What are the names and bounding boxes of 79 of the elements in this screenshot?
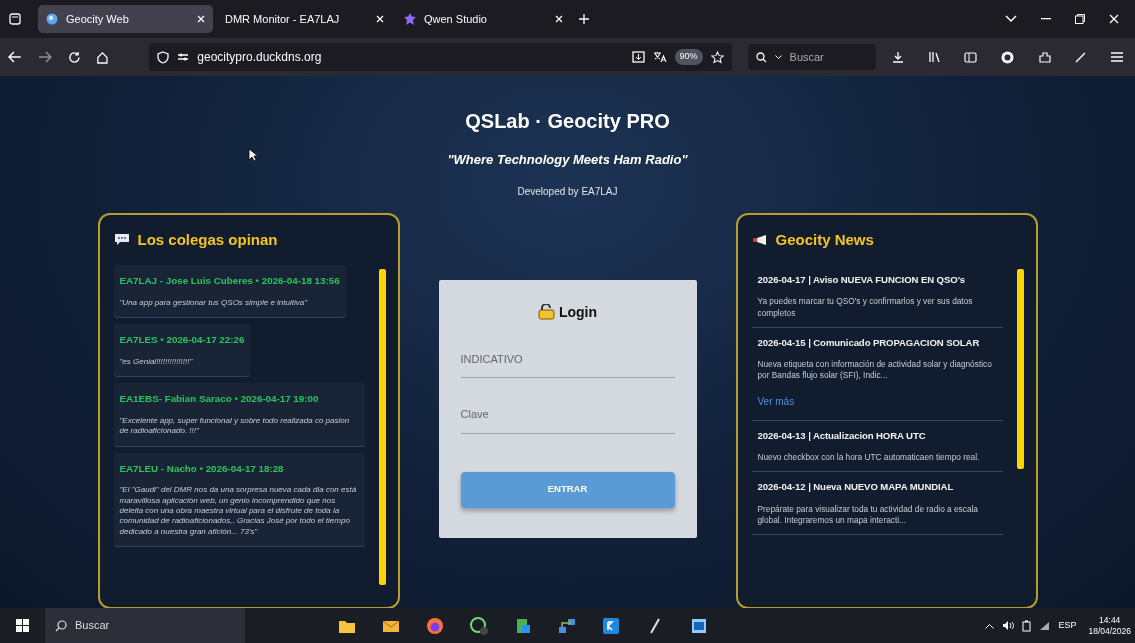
search-placeholder[interactable]: Buscar xyxy=(789,48,824,66)
mouse-pointer-icon xyxy=(248,148,258,162)
forward-icon[interactable] xyxy=(37,51,52,63)
news-title: 2026-04-12 | Nueva NUEVO MAPA MUNDIAL xyxy=(757,480,955,495)
download-icon[interactable] xyxy=(892,51,904,63)
news-text: Prepárate para visualizar toda tu actividad de radio a escala global. Integraremos un mapa interacti... xyxy=(757,503,979,526)
panel-title: Geocity News xyxy=(775,229,874,250)
url-text[interactable]: geocitypro.duckdns.org xyxy=(197,48,322,66)
windows-start-icon[interactable] xyxy=(16,619,29,632)
comment-author: EA7LEU - Nacho • 2026-04-17 18:28 xyxy=(119,461,285,476)
extensions-icon[interactable] xyxy=(1038,50,1051,64)
input-field[interactable]: INDICATIVO xyxy=(460,338,675,378)
app-icon[interactable] xyxy=(601,615,621,636)
reader-view-icon[interactable] xyxy=(631,51,645,63)
star-icon xyxy=(404,13,416,25)
zoom-level-button[interactable]: 90% xyxy=(674,49,703,65)
read-more-link[interactable]: Ver más xyxy=(757,393,795,409)
page-title: QSLab · Geocity PRO xyxy=(465,110,670,132)
lock-icon xyxy=(537,304,555,320)
comment-text: "Excelente app, super funcional y sobre todo realizada co pasion de radioaficionado. !!!" xyxy=(119,415,351,437)
home-icon[interactable] xyxy=(96,50,110,64)
tagline: "Where Technology Meets Ham Radio" xyxy=(447,152,688,167)
translate-icon[interactable] xyxy=(652,51,667,63)
speaker-icon[interactable] xyxy=(1002,620,1015,631)
chevron-up-icon[interactable] xyxy=(985,622,995,629)
comment-author: EA1EBS- Fabian Saraco • 2026-04-17 19:00 xyxy=(119,392,320,407)
close-tab-icon[interactable] xyxy=(376,15,384,23)
news-title: 2026-04-15 | Comunicado PROPAGACION SOLAR xyxy=(757,335,981,350)
browser-search-field[interactable]: Buscar xyxy=(747,44,876,70)
connection-icon[interactable] xyxy=(177,52,190,62)
chevron-down-icon[interactable] xyxy=(1005,15,1017,23)
browser-tab[interactable]: Qwen Studio xyxy=(396,5,571,33)
shield-icon[interactable] xyxy=(157,50,170,64)
menu-icon[interactable] xyxy=(1111,52,1123,62)
taskbar-search-field[interactable]: Buscar xyxy=(45,608,245,643)
news-text: Ya puedes marcar tu QSO's y confirmarlos y ver sus datos completos xyxy=(757,296,974,319)
globe-icon xyxy=(46,13,58,25)
account-icon[interactable] xyxy=(1001,50,1014,64)
tab-list-icon[interactable] xyxy=(8,12,22,26)
news-title: 2026-04-17 | Aviso NUEVA FUNCION EN QSO's xyxy=(757,273,967,287)
browser-tab[interactable]: Geocity Web xyxy=(38,5,213,33)
speech-bubble-icon xyxy=(113,233,130,247)
clock-date[interactable]: 18/04/2026 xyxy=(1088,625,1131,636)
comment-text: "Una app para gestionar tus QSOs simple e intuitiva" xyxy=(119,297,309,309)
search-icon xyxy=(55,619,67,632)
browser-icon[interactable] xyxy=(425,615,445,636)
new-tab-icon[interactable] xyxy=(579,14,589,24)
close-icon[interactable] xyxy=(1109,14,1119,24)
comment-author: EA7LAJ - Jose Luis Cuberes • 2026-04-18 13:56 xyxy=(119,274,340,288)
browser-tab[interactable]: DMR Monitor - EA7LAJ xyxy=(217,5,392,33)
comment-text: "es Genial!!!!!!!!!!!!!!!" xyxy=(119,356,194,368)
battery-icon[interactable] xyxy=(1022,619,1032,632)
reload-icon[interactable] xyxy=(67,50,81,64)
chat-icon[interactable] xyxy=(469,615,489,636)
back-icon[interactable] xyxy=(8,51,22,63)
bookmark-star-icon[interactable] xyxy=(710,50,724,64)
search-placeholder[interactable]: Buscar xyxy=(75,617,110,634)
sidebar-icon[interactable] xyxy=(964,51,977,63)
news-title: 2026-04-13 | Actualizacion HORA UTC xyxy=(757,428,927,443)
input-field[interactable]: Clave xyxy=(460,394,675,434)
news-text: Nuevo checkbox con la hora UTC automaticaen tiempo real. xyxy=(757,451,981,464)
chevron-down-icon xyxy=(774,54,782,60)
login-title: Login xyxy=(558,302,598,322)
minimize-icon[interactable] xyxy=(1041,18,1051,20)
language-indicator[interactable]: ESP xyxy=(1058,618,1077,633)
panel-title: Los colegas opinan xyxy=(137,229,278,250)
comment-author: EA7LES • 2026-04-17 22:26 xyxy=(119,333,245,348)
pen-icon[interactable] xyxy=(1075,51,1087,63)
clock-time[interactable]: 14:44 xyxy=(1099,614,1121,625)
restore-icon[interactable] xyxy=(1075,14,1085,24)
close-tab-icon[interactable] xyxy=(197,15,205,23)
library-icon[interactable] xyxy=(928,51,940,63)
comment-text: "El "Gaudi" del DMR nos da una sorpresa nueva cada dia con está maravillosa aplicación web, un genio incomprendido que nos deleita con una obra maestra virtual para el disfrute de toda la comunidad de radioaficionados,. Gracias José por todo el tiempo dedicado a nuestra gran afición... 73's" xyxy=(119,485,358,538)
address-bar[interactable]: geocitypro.duckdns.org 90% xyxy=(149,43,732,71)
developer-credit: Developed by EA7LAJ xyxy=(517,185,618,197)
megaphone-icon xyxy=(751,233,768,246)
close-tab-icon[interactable] xyxy=(555,15,563,23)
search-icon xyxy=(755,51,767,63)
news-text: Nueva etiqueta con información de actividad solar y diagnóstico por Bandas flujo solar (SFI), Indic... xyxy=(757,359,993,382)
